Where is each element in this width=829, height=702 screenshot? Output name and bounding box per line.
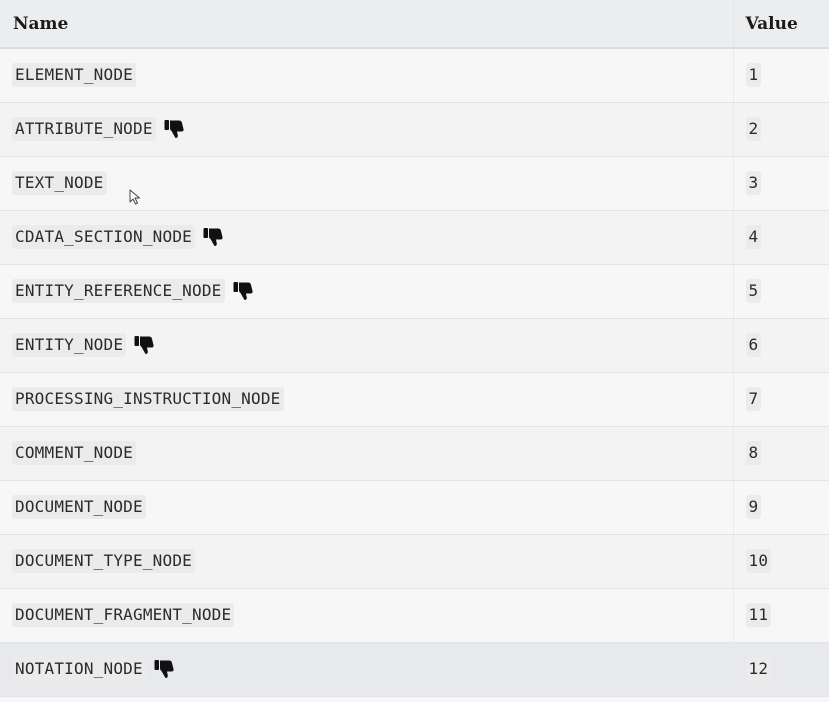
node-name: CDATA_SECTION_NODE [12,225,195,249]
table-row: DOCUMENT_TYPE_NODE 10 [0,534,829,589]
node-value-cell: 9 [732,480,829,535]
node-value-cell: 5 [732,264,829,319]
node-name: ENTITY_REFERENCE_NODE [12,279,225,303]
table-row: DOCUMENT_NODE 9 [0,480,829,535]
node-value: 12 [745,657,772,681]
table-row: ATTRIBUTE_NODE 2 [0,102,829,157]
node-value-cell: 6 [732,318,829,373]
column-header-value: Value [732,0,829,49]
node-name: ENTITY_NODE [12,333,127,357]
thumbs-down-icon [154,659,175,679]
node-name-cell: DOCUMENT_FRAGMENT_NODE [0,588,733,643]
node-name-cell: ENTITY_NODE [0,318,733,373]
node-type-table-container: Name Value ELEMENT_NODE 1 ATTRIBUTE_NODE 2 T… [0,0,829,702]
node-value-cell: 11 [732,588,829,643]
node-name-cell: COMMENT_NODE [0,426,733,481]
node-value-cell: 8 [732,426,829,481]
node-name-cell: DOCUMENT_NODE [0,480,733,535]
table-row: ENTITY_NODE 6 [0,318,829,373]
node-value: 7 [745,387,762,411]
node-value-cell: 2 [732,102,829,157]
node-value: 3 [745,171,762,195]
node-name-cell: TEXT_NODE [0,156,733,211]
node-name-cell: ATTRIBUTE_NODE [0,102,733,157]
table-row: PROCESSING_INSTRUCTION_NODE 7 [0,372,829,427]
node-value-cell: 7 [732,372,829,427]
thumbs-down-icon [203,227,224,247]
node-value: 1 [745,63,762,88]
node-name: ELEMENT_NODE [12,63,136,88]
node-name-cell: NOTATION_NODE [0,642,733,697]
mouse-cursor-icon [129,189,140,205]
node-name: DOCUMENT_TYPE_NODE [12,549,195,573]
node-value: 5 [745,279,762,303]
node-value-cell: 3 [732,156,829,211]
table-row: DOCUMENT_FRAGMENT_NODE 11 [0,588,829,643]
table-row: NOTATION_NODE 12 [0,642,829,697]
node-value-cell: 10 [732,534,829,589]
node-name: ATTRIBUTE_NODE [12,117,156,141]
node-name: DOCUMENT_NODE [12,495,146,519]
column-header-name: Name [0,0,733,49]
node-value: 4 [745,225,762,249]
node-name: NOTATION_NODE [12,657,146,681]
node-name: DOCUMENT_FRAGMENT_NODE [12,603,235,627]
node-name-cell: CDATA_SECTION_NODE [0,210,733,265]
node-name: TEXT_NODE [12,171,107,195]
table-row: ENTITY_REFERENCE_NODE 5 [0,264,829,319]
node-name-cell: DOCUMENT_TYPE_NODE [0,534,733,589]
table-row: COMMENT_NODE 8 [0,426,829,481]
node-name: PROCESSING_INSTRUCTION_NODE [12,387,284,411]
node-value-cell: 1 [732,48,829,103]
node-type-table: Name Value ELEMENT_NODE 1 ATTRIBUTE_NODE 2 T… [0,0,829,697]
node-value-cell: 12 [732,642,829,697]
node-value: 9 [745,495,762,519]
table-row: ELEMENT_NODE 1 [0,48,829,103]
table-header-row: Name Value [0,0,829,49]
node-value: 6 [745,333,762,357]
table-row: TEXT_NODE 3 [0,156,829,211]
thumbs-down-icon [233,281,254,301]
thumbs-down-icon [164,119,185,139]
node-name-cell: PROCESSING_INSTRUCTION_NODE [0,372,733,427]
table-row: CDATA_SECTION_NODE 4 [0,210,829,265]
node-value: 2 [745,117,762,141]
node-name-cell: ENTITY_REFERENCE_NODE [0,264,733,319]
thumbs-down-icon [134,335,155,355]
node-value: 11 [745,603,772,627]
node-value-cell: 4 [732,210,829,265]
node-value: 8 [745,441,762,465]
node-name-cell: ELEMENT_NODE [0,48,733,103]
node-value: 10 [745,549,772,573]
node-name: COMMENT_NODE [12,441,136,465]
